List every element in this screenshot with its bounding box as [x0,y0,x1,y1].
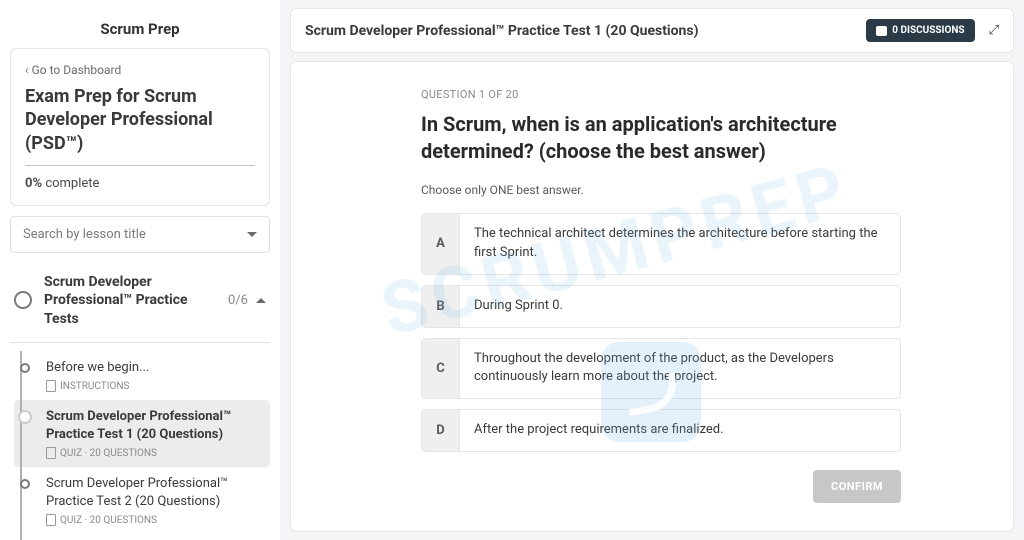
main-header: Scrum Developer Professional™ Practice T… [290,8,1014,53]
answer-letter: D [422,410,460,451]
answer-text: After the project requirements are final… [460,410,900,451]
question-counter: QUESTION 1 OF 20 [421,88,953,101]
lesson-marker-icon [20,412,30,422]
progress-label: 0% complete [25,176,255,191]
section-count: 0/6 [228,293,248,308]
course-card: ‹ Go to Dashboard Exam Prep for Scrum De… [10,48,270,206]
answer-letter: C [422,339,460,399]
doc-icon [46,514,56,526]
confirm-button[interactable]: CONFIRM [813,470,901,503]
discussions-button[interactable]: 0 DISCUSSIONS [866,19,974,42]
lesson-item[interactable]: Scrum Developer Professional™ Practice T… [14,534,270,540]
main-panel: Scrum Developer Professional™ Practice T… [280,0,1024,540]
question-text: In Scrum, when is an application's archi… [421,111,953,165]
chat-icon [876,26,887,36]
lesson-meta: QUIZ · 20 QUESTIONS [46,514,264,526]
lesson-list: Before we begin... INSTRUCTIONS Scrum De… [10,351,270,540]
brand-title: Scrum Prep [10,10,270,48]
answer-text: Throughout the development of the produc… [460,339,900,399]
answer-option[interactable]: C Throughout the development of the prod… [421,338,901,400]
section-header[interactable]: Scrum Developer Professional™ Practice T… [10,265,270,343]
course-title: Exam Prep for Scrum Developer Profession… [25,85,255,166]
chevron-down-icon [247,232,257,237]
answer-option[interactable]: D After the project requirements are fin… [421,409,901,452]
answer-text: During Sprint 0. [460,286,900,327]
answer-option[interactable]: B During Sprint 0. [421,285,901,328]
lesson-connector [20,351,22,540]
search-placeholder: Search by lesson title [23,227,146,242]
answer-option[interactable]: A The technical architect determines the… [421,213,901,275]
lesson-item[interactable]: Scrum Developer Professional™ Practice T… [14,467,270,534]
answer-text: The technical architect determines the a… [460,214,900,274]
doc-icon [46,380,56,392]
search-input[interactable]: Search by lesson title [10,216,270,253]
doc-icon [46,447,56,459]
question-instruction: Choose only ONE best answer. [421,183,953,197]
section-title: Scrum Developer Professional™ Practice T… [44,273,220,328]
circle-icon [14,291,32,309]
dashboard-link[interactable]: ‹ Go to Dashboard [25,63,255,77]
lesson-meta: INSTRUCTIONS [46,380,264,392]
sidebar: Scrum Prep ‹ Go to Dashboard Exam Prep f… [0,0,280,540]
lesson-marker-icon [20,363,30,373]
lesson-item[interactable]: Before we begin... INSTRUCTIONS [14,351,270,401]
lesson-item[interactable]: Scrum Developer Professional™ Practice T… [14,400,270,467]
lesson-title: Scrum Developer Professional™ Practice T… [46,475,264,510]
answer-letter: A [422,214,460,274]
chevron-up-icon [256,298,266,303]
page-title: Scrum Developer Professional™ Practice T… [305,23,699,39]
question-panel: SCRUMPREP QUESTION 1 OF 20 In Scrum, whe… [290,61,1014,532]
lesson-marker-icon [20,479,30,489]
lesson-title: Scrum Developer Professional™ Practice T… [46,408,264,443]
answer-letter: B [422,286,460,327]
expand-icon[interactable]: ⤢ [989,23,999,38]
lesson-title: Before we begin... [46,359,264,377]
lesson-meta: QUIZ · 20 QUESTIONS [46,447,264,459]
